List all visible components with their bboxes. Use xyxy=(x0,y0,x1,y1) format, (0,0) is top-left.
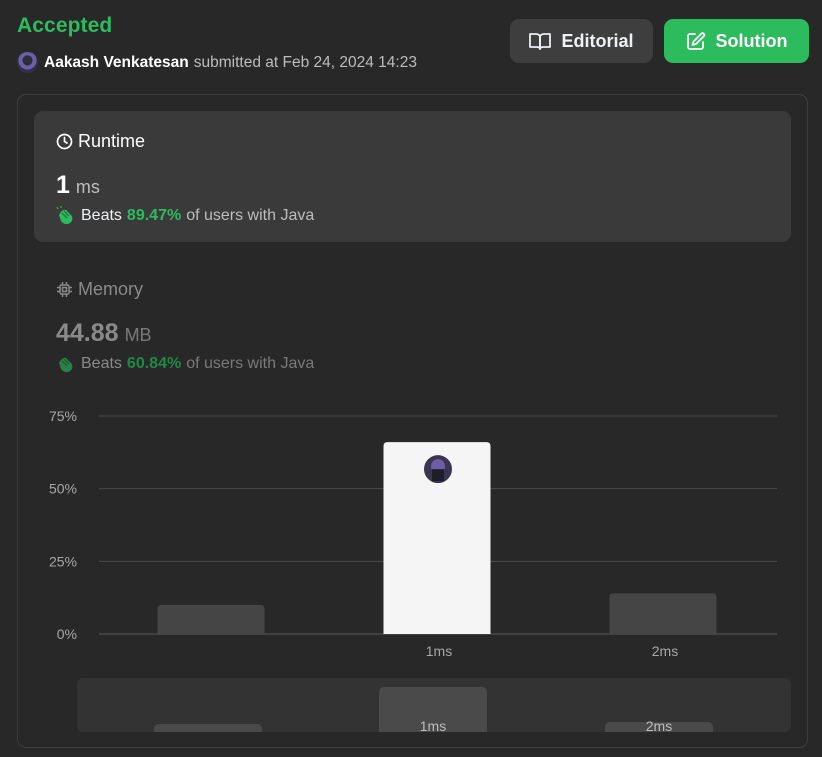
navigator-label-1ms: 1ms xyxy=(419,718,447,732)
runtime-distribution-chart: 0% 25% 50% 75% 1ms 2ms xyxy=(49,408,777,659)
navigator-bar xyxy=(154,724,262,732)
navigator-label-2ms: 2ms xyxy=(645,718,673,732)
x-category-label: 1ms xyxy=(426,643,452,659)
y-tick-label: 75% xyxy=(49,408,77,424)
x-category-label: 2ms xyxy=(652,643,678,659)
y-tick-label: 25% xyxy=(49,553,77,569)
chart-bar[interactable] xyxy=(609,593,717,634)
y-tick-label: 50% xyxy=(49,481,77,497)
y-tick-label: 0% xyxy=(57,626,77,642)
chart-navigator[interactable]: 1ms 2ms xyxy=(77,678,791,732)
chart-bar[interactable] xyxy=(157,604,265,634)
avatar-marker-body xyxy=(432,469,444,482)
